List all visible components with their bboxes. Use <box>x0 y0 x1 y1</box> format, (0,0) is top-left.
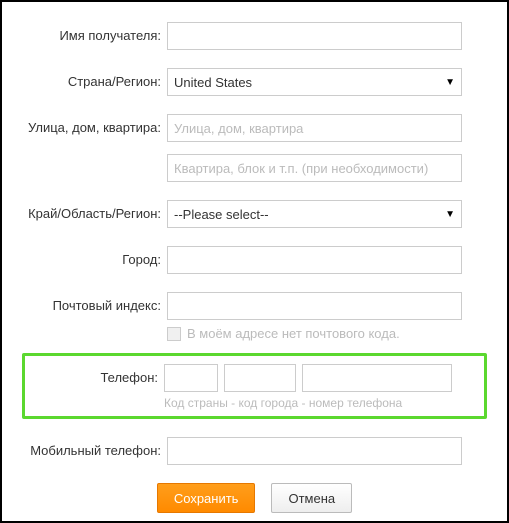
button-row: Сохранить Отмена <box>22 483 487 513</box>
chevron-down-icon: ▼ <box>445 209 455 220</box>
region-select-value: --Please select-- <box>174 207 269 222</box>
no-postal-checkbox[interactable] <box>167 327 181 341</box>
postal-code-input[interactable] <box>167 292 462 320</box>
country-select-value: United States <box>174 75 252 90</box>
label-recipient: Имя получателя: <box>22 22 167 43</box>
label-street: Улица, дом, квартира: <box>22 114 167 135</box>
recipient-name-input[interactable] <box>167 22 462 50</box>
chevron-down-icon: ▼ <box>445 77 455 88</box>
row-street2 <box>22 154 487 182</box>
mobile-phone-input[interactable] <box>167 437 462 465</box>
phone-country-code-input[interactable] <box>164 364 218 392</box>
region-select[interactable]: --Please select-- ▼ <box>167 200 462 228</box>
address-form: Имя получателя: Страна/Регион: United St… <box>0 0 509 523</box>
phone-inputs <box>164 364 478 392</box>
label-postal: Почтовый индекс: <box>22 292 167 313</box>
phone-highlight: Телефон: Код страны - код города - номер… <box>22 353 487 419</box>
label-phone: Телефон: <box>31 364 164 385</box>
phone-number-input[interactable] <box>302 364 452 392</box>
country-select[interactable]: United States ▼ <box>167 68 462 96</box>
city-input[interactable] <box>167 246 462 274</box>
label-city: Город: <box>22 246 167 267</box>
no-postal-label: В моём адресе нет почтового кода. <box>187 326 400 341</box>
row-region: Край/Область/Регион: --Please select-- ▼ <box>22 200 487 228</box>
phone-area-code-input[interactable] <box>224 364 296 392</box>
row-mobile: Мобильный телефон: <box>22 437 487 465</box>
cancel-button[interactable]: Отмена <box>271 483 352 513</box>
phone-hint: Код страны - код города - номер телефона <box>164 396 478 410</box>
label-country: Страна/Регион: <box>22 68 167 89</box>
row-country: Страна/Регион: United States ▼ <box>22 68 487 96</box>
street2-input[interactable] <box>167 154 462 182</box>
row-street: Улица, дом, квартира: <box>22 114 487 142</box>
row-phone: Телефон: Код страны - код города - номер… <box>31 364 478 410</box>
street-input[interactable] <box>167 114 462 142</box>
row-postal: Почтовый индекс: В моём адресе нет почто… <box>22 292 487 341</box>
label-mobile: Мобильный телефон: <box>22 437 167 458</box>
no-postal-row: В моём адресе нет почтового кода. <box>167 326 487 341</box>
row-recipient: Имя получателя: <box>22 22 487 50</box>
save-button[interactable]: Сохранить <box>157 483 256 513</box>
row-city: Город: <box>22 246 487 274</box>
label-region: Край/Область/Регион: <box>22 200 167 221</box>
